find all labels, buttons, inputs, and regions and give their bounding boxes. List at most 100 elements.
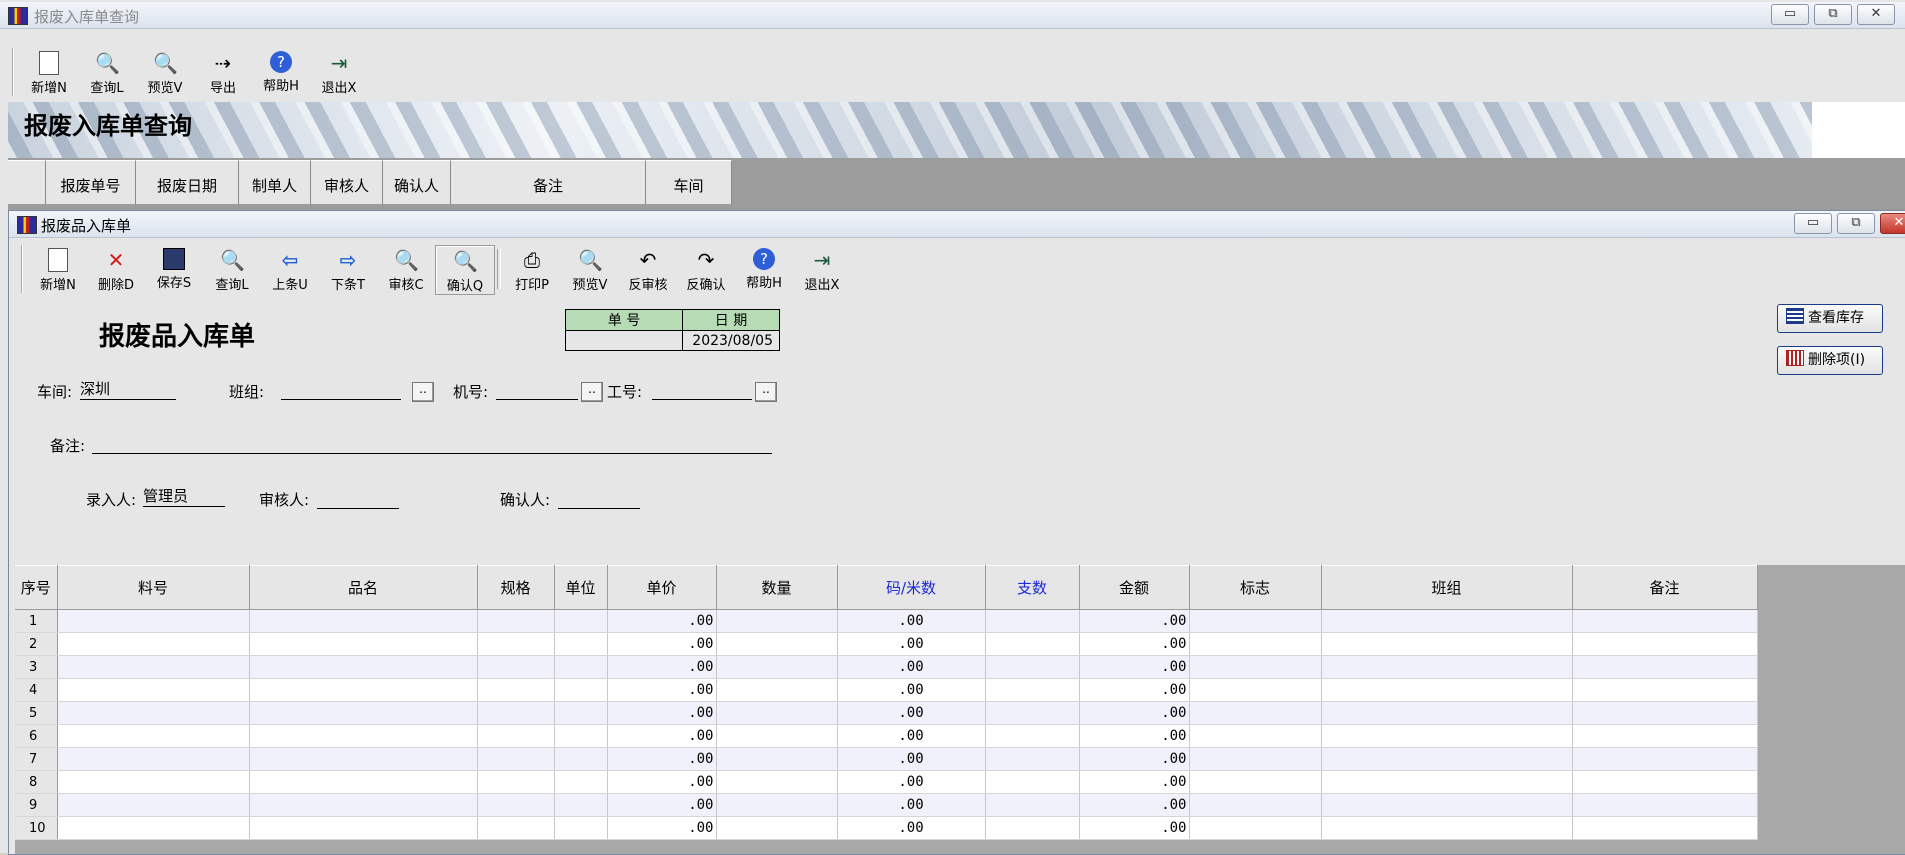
grid-cell[interactable] <box>716 770 838 794</box>
grid-cell[interactable]: .00 <box>1079 793 1190 817</box>
grid-cell[interactable] <box>716 701 838 725</box>
grid-cell[interactable] <box>716 632 838 656</box>
grid-cell[interactable]: .00 <box>607 793 717 817</box>
grid-cell[interactable] <box>1189 632 1322 656</box>
minimize-button[interactable]: ▭ <box>1771 4 1809 25</box>
grid-cell[interactable] <box>1572 609 1758 633</box>
grid-cell[interactable] <box>554 701 608 725</box>
grid-column-header[interactable]: 规格 <box>477 565 555 610</box>
grid-cell[interactable] <box>57 724 250 748</box>
grid-cell[interactable] <box>716 655 838 679</box>
grid-cell[interactable] <box>554 678 608 702</box>
grid-cell[interactable] <box>249 816 478 840</box>
toolbar-button-new-doc[interactable]: 新增N <box>29 245 87 293</box>
grid-cell[interactable]: .00 <box>607 609 717 633</box>
grid-cell[interactable] <box>1572 793 1758 817</box>
grid-cell[interactable] <box>1189 609 1322 633</box>
close-button[interactable]: ✕ <box>1857 4 1895 25</box>
grid-cell[interactable] <box>1572 724 1758 748</box>
grid-cell[interactable] <box>1321 655 1573 679</box>
grid-column-header[interactable]: 备注 <box>1572 565 1758 610</box>
grid-cell[interactable] <box>716 816 838 840</box>
grid-cell[interactable]: .00 <box>607 724 717 748</box>
grid-column-header[interactable]: 数量 <box>716 565 838 610</box>
grid-column-header[interactable]: 单位 <box>554 565 608 610</box>
workshop-field[interactable]: 深圳 <box>80 379 176 400</box>
grid-cell[interactable]: .00 <box>837 678 986 702</box>
grid-cell[interactable] <box>57 747 250 771</box>
table-row[interactable]: 7 .00 .00 .00 <box>15 747 1758 771</box>
grid-cell[interactable]: .00 <box>1079 678 1190 702</box>
grid-cell[interactable] <box>1572 655 1758 679</box>
grid-cell[interactable] <box>477 770 555 794</box>
grid-cell[interactable] <box>1572 632 1758 656</box>
table-row[interactable]: 6 .00 .00 .00 <box>15 724 1758 748</box>
team-picker-button[interactable]: .. <box>412 382 434 402</box>
grid-cell[interactable] <box>1321 632 1573 656</box>
grid-cell[interactable]: .00 <box>837 632 986 656</box>
query-col-header[interactable]: 确认人 <box>383 160 451 204</box>
grid-cell[interactable] <box>554 793 608 817</box>
grid-cell[interactable]: .00 <box>607 678 717 702</box>
grid-cell[interactable] <box>554 747 608 771</box>
toolbar-button-save-disk[interactable]: 保存S <box>145 245 203 291</box>
grid-cell[interactable]: .00 <box>1079 632 1190 656</box>
grid-cell[interactable] <box>249 609 478 633</box>
query-col-header[interactable]: 车间 <box>646 160 732 204</box>
toolbar-button-delete-x[interactable]: ✕ 删除D <box>87 245 145 293</box>
grid-cell[interactable] <box>57 793 250 817</box>
toolbar-button-new-doc[interactable]: 新增N <box>20 48 78 96</box>
grid-cell[interactable] <box>1189 655 1322 679</box>
grid-cell[interactable]: .00 <box>837 793 986 817</box>
toolbar-button-query-doc[interactable]: 🔍 查询L <box>203 245 261 293</box>
grid-cell[interactable] <box>1321 701 1573 725</box>
grid-cell[interactable] <box>249 770 478 794</box>
query-col-header[interactable]: 审核人 <box>311 160 383 204</box>
grid-column-header[interactable]: 标志 <box>1189 565 1322 610</box>
toolbar-button-arrow-left[interactable]: ⇦ 上条U <box>261 245 319 293</box>
grid-column-header[interactable]: 品名 <box>249 565 478 610</box>
grid-cell[interactable] <box>477 655 555 679</box>
toolbar-button-audit-magnifier[interactable]: 🔍 审核C <box>377 245 435 293</box>
grid-cell[interactable] <box>1189 701 1322 725</box>
close-button[interactable]: ✕ <box>1880 213 1905 234</box>
grid-cell[interactable] <box>249 747 478 771</box>
grid-cell[interactable] <box>249 632 478 656</box>
grid-cell[interactable] <box>1189 816 1322 840</box>
grid-cell[interactable] <box>716 724 838 748</box>
table-row[interactable]: 1 .00 .00 .00 <box>15 609 1758 633</box>
grid-cell[interactable]: .00 <box>837 655 986 679</box>
grid-cell[interactable] <box>57 816 250 840</box>
maximize-button[interactable]: ⧉ <box>1814 4 1852 25</box>
grid-cell[interactable] <box>985 632 1080 656</box>
grid-cell[interactable] <box>716 609 838 633</box>
grid-cell[interactable]: .00 <box>1079 609 1190 633</box>
grid-cell[interactable] <box>985 655 1080 679</box>
grid-cell[interactable]: .00 <box>1079 724 1190 748</box>
grid-cell[interactable] <box>249 655 478 679</box>
grid-cell[interactable] <box>1321 724 1573 748</box>
toolbar-button-exit-door[interactable]: ⇥ 退出X <box>793 245 851 293</box>
grid-cell[interactable]: .00 <box>837 770 986 794</box>
grid-cell[interactable]: .00 <box>837 701 986 725</box>
grid-cell[interactable] <box>1321 793 1573 817</box>
machine-field[interactable] <box>496 379 578 400</box>
delete-item-button[interactable]: 删除项(I) <box>1777 346 1883 375</box>
grid-cell[interactable]: .00 <box>607 655 717 679</box>
query-col-header[interactable]: 备注 <box>451 160 646 204</box>
grid-cell[interactable] <box>477 747 555 771</box>
worker-field[interactable] <box>652 379 752 400</box>
grid-column-header[interactable]: 序号 <box>15 565 58 610</box>
minimize-button[interactable]: ▭ <box>1794 213 1832 234</box>
grid-cell[interactable] <box>57 770 250 794</box>
grid-cell[interactable]: .00 <box>607 770 717 794</box>
team-field[interactable] <box>281 379 401 400</box>
grid-cell[interactable] <box>985 609 1080 633</box>
toolbar-button-unaudit[interactable]: ↶ 反审核 <box>619 245 677 293</box>
grid-cell[interactable]: .00 <box>1079 770 1190 794</box>
grid-cell[interactable] <box>57 701 250 725</box>
grid-cell[interactable] <box>57 655 250 679</box>
machine-picker-button[interactable]: .. <box>581 382 603 402</box>
grid-column-header[interactable]: 单价 <box>607 565 717 610</box>
grid-cell[interactable] <box>554 655 608 679</box>
